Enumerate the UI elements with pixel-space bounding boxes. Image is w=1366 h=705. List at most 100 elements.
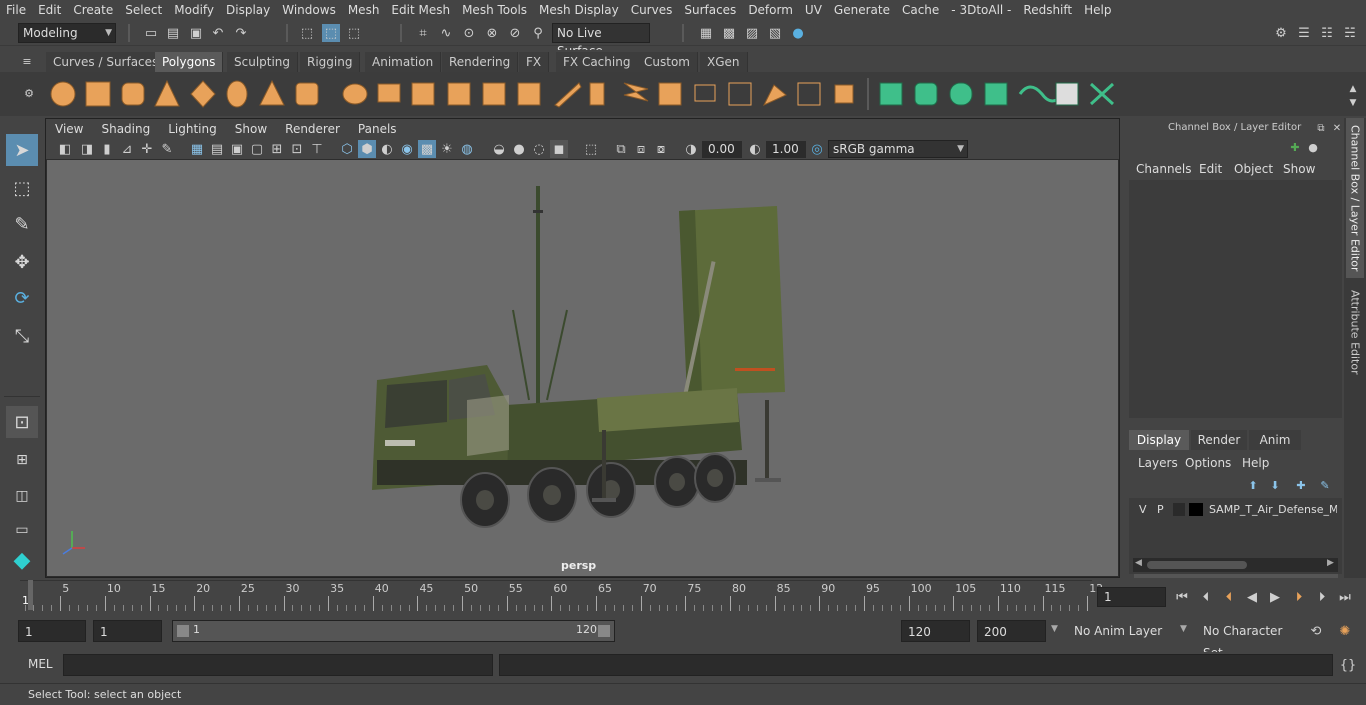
vp-menu-show[interactable]: Show bbox=[226, 122, 276, 136]
tab-sculpting[interactable]: Sculpting bbox=[227, 52, 299, 72]
layer-menu-layers[interactable]: Layers bbox=[1138, 456, 1178, 470]
menu-help[interactable]: Help bbox=[1078, 3, 1117, 17]
menu-select[interactable]: Select bbox=[119, 3, 168, 17]
exposure-icon[interactable]: ◑ bbox=[682, 140, 700, 158]
workspace-icon[interactable]: ⚙ bbox=[1272, 24, 1290, 42]
safe-action-icon[interactable]: ⊡ bbox=[288, 140, 306, 158]
rotate-tool-icon[interactable]: ⟳ bbox=[6, 282, 38, 314]
ipr-render-icon[interactable]: ▨ bbox=[743, 24, 761, 42]
scroll-right-icon[interactable]: ▶ bbox=[1327, 558, 1334, 568]
menu-display[interactable]: Display bbox=[220, 3, 276, 17]
gamma-icon[interactable]: ◐ bbox=[746, 140, 764, 158]
range-bar[interactable]: 1 120 bbox=[172, 620, 615, 642]
new-layer-from-selection-icon[interactable]: ✎ bbox=[1316, 476, 1334, 494]
layer-type-toggle[interactable] bbox=[1173, 503, 1185, 516]
perspective-viewport[interactable]: persp bbox=[47, 160, 1118, 576]
vp-menu-panels[interactable]: Panels bbox=[349, 122, 406, 136]
mode-dropdown[interactable]: Modeling ▼ bbox=[18, 23, 116, 43]
shelf-scroll-down-icon[interactable]: ▼ bbox=[1344, 94, 1362, 112]
shelf-settings-icon[interactable]: ⚙ bbox=[20, 84, 38, 102]
layer-playback-toggle[interactable]: P bbox=[1157, 503, 1164, 516]
undo-icon[interactable]: ↶ bbox=[209, 24, 227, 42]
vp-menu-lighting[interactable]: Lighting bbox=[159, 122, 226, 136]
snap-grid-icon[interactable]: ⌗ bbox=[414, 24, 432, 42]
modeling-toolkit-icon[interactable]: ☰ bbox=[1295, 24, 1313, 42]
select-component-icon[interactable]: ⬚ bbox=[345, 24, 363, 42]
make-live-icon[interactable]: ⚲ bbox=[529, 24, 547, 42]
use-all-lights-icon[interactable]: ▩ bbox=[418, 140, 436, 158]
layer-menu-help[interactable]: Help bbox=[1242, 456, 1269, 470]
exposure-field[interactable]: 0.00 bbox=[702, 141, 742, 158]
single-perspective-layout-icon[interactable]: ⊡ bbox=[6, 406, 38, 438]
animation-start-field[interactable]: 1 bbox=[18, 620, 86, 642]
anti-aliasing-icon[interactable]: ● bbox=[510, 140, 528, 158]
wireframe-icon[interactable]: ⬡ bbox=[338, 140, 356, 158]
go-to-start-icon[interactable]: ⏮ bbox=[1173, 588, 1191, 606]
smooth-shade-icon[interactable]: ⬢ bbox=[358, 140, 376, 158]
move-layer-up-icon[interactable]: ⬆ bbox=[1244, 476, 1262, 494]
tab-xgen[interactable]: XGen bbox=[700, 52, 748, 72]
tab-anim[interactable]: Anim bbox=[1249, 430, 1301, 450]
tab-attribute-editor-vertical[interactable]: Attribute Editor bbox=[1346, 286, 1364, 378]
step-forward-frame-icon[interactable]: ⏵ bbox=[1290, 588, 1308, 606]
select-tool-icon[interactable]: ➤ bbox=[6, 134, 38, 166]
grease-pencil-icon[interactable]: ✎ bbox=[158, 140, 176, 158]
scroll-left-icon[interactable]: ◀ bbox=[1135, 558, 1142, 568]
menu-create[interactable]: Create bbox=[67, 3, 119, 17]
shelf-menu-icon[interactable]: ≡ bbox=[18, 52, 36, 70]
select-object-icon[interactable]: ⬚ bbox=[322, 24, 340, 42]
playback-end-field[interactable]: 120 bbox=[901, 620, 970, 642]
isolate-select-icon[interactable]: ◼ bbox=[550, 140, 568, 158]
layer-menu-options[interactable]: Options bbox=[1185, 456, 1231, 470]
resolution-gate-icon[interactable]: ▣ bbox=[228, 140, 246, 158]
gate-mask-icon[interactable]: ▢ bbox=[248, 140, 266, 158]
menu-mesh-tools[interactable]: Mesh Tools bbox=[456, 3, 533, 17]
xray-joints-icon[interactable]: ⧉ bbox=[612, 140, 630, 158]
snap-point-icon[interactable]: ⊙ bbox=[460, 24, 478, 42]
screen-space-ao-icon[interactable]: ◍ bbox=[458, 140, 476, 158]
vp-menu-view[interactable]: View bbox=[46, 122, 92, 136]
redo-icon[interactable]: ↷ bbox=[232, 24, 250, 42]
play-backwards-icon[interactable]: ◀ bbox=[1243, 588, 1261, 606]
menu-deform[interactable]: Deform bbox=[742, 3, 799, 17]
gamma-field[interactable]: 1.00 bbox=[766, 141, 806, 158]
vp-menu-shading[interactable]: Shading bbox=[92, 122, 159, 136]
vp-menu-renderer[interactable]: Renderer bbox=[276, 122, 349, 136]
cb-menu-object[interactable]: Object bbox=[1234, 162, 1273, 176]
menu-cache[interactable]: Cache bbox=[896, 3, 945, 17]
command-input[interactable] bbox=[63, 654, 493, 676]
play-forwards-icon[interactable]: ▶ bbox=[1266, 588, 1284, 606]
new-scene-icon[interactable]: ▭ bbox=[142, 24, 160, 42]
paint-select-tool-icon[interactable]: ✎ bbox=[6, 208, 38, 240]
2d-pan-zoom-icon[interactable]: ✛ bbox=[138, 140, 156, 158]
tab-rendering[interactable]: Rendering bbox=[442, 52, 519, 72]
four-view-layout-icon[interactable]: ⊞ bbox=[6, 444, 38, 476]
component-mode-icon[interactable]: ⧇ bbox=[652, 140, 670, 158]
new-empty-layer-icon[interactable]: ✚ bbox=[1292, 476, 1310, 494]
snap-view-icon[interactable]: ⊗ bbox=[483, 24, 501, 42]
move-tool-icon[interactable]: ✥ bbox=[6, 246, 38, 278]
script-editor-icon[interactable]: {} bbox=[1339, 656, 1357, 674]
snap-curve-icon[interactable]: ∿ bbox=[437, 24, 455, 42]
safe-title-icon[interactable]: ⊤ bbox=[308, 140, 326, 158]
animation-preferences-icon[interactable]: ✺ bbox=[1336, 622, 1354, 640]
menu-edit-mesh[interactable]: Edit Mesh bbox=[385, 3, 456, 17]
outliner-layout-icon[interactable]: ▭ bbox=[6, 514, 38, 546]
tab-custom[interactable]: Custom bbox=[637, 52, 698, 72]
auto-key-icon[interactable]: ⟲ bbox=[1307, 622, 1325, 640]
field-chart-icon[interactable]: ⊞ bbox=[268, 140, 286, 158]
textured-icon[interactable]: ◉ bbox=[398, 140, 416, 158]
layer-visibility-toggle[interactable]: V bbox=[1139, 503, 1147, 516]
chevron-down-icon[interactable]: ▼ bbox=[1180, 624, 1187, 634]
menu-surfaces[interactable]: Surfaces bbox=[678, 3, 742, 17]
menu-windows[interactable]: Windows bbox=[276, 3, 342, 17]
step-back-frame-icon[interactable]: ⏴ bbox=[1220, 588, 1238, 606]
xray-icon[interactable]: ⬚ bbox=[582, 140, 600, 158]
layer-hscroll[interactable]: ◀ ▶ bbox=[1133, 558, 1338, 572]
move-layer-down-icon[interactable]: ⬇ bbox=[1266, 476, 1284, 494]
cb-menu-edit[interactable]: Edit bbox=[1199, 162, 1222, 176]
current-time-indicator[interactable] bbox=[28, 580, 33, 610]
live-surface-field[interactable]: No Live Surface bbox=[552, 23, 650, 58]
menu-redshift[interactable]: Redshift bbox=[1017, 3, 1078, 17]
layer-row[interactable]: V P SAMP_T_Air_Defense_Mis bbox=[1131, 500, 1339, 520]
